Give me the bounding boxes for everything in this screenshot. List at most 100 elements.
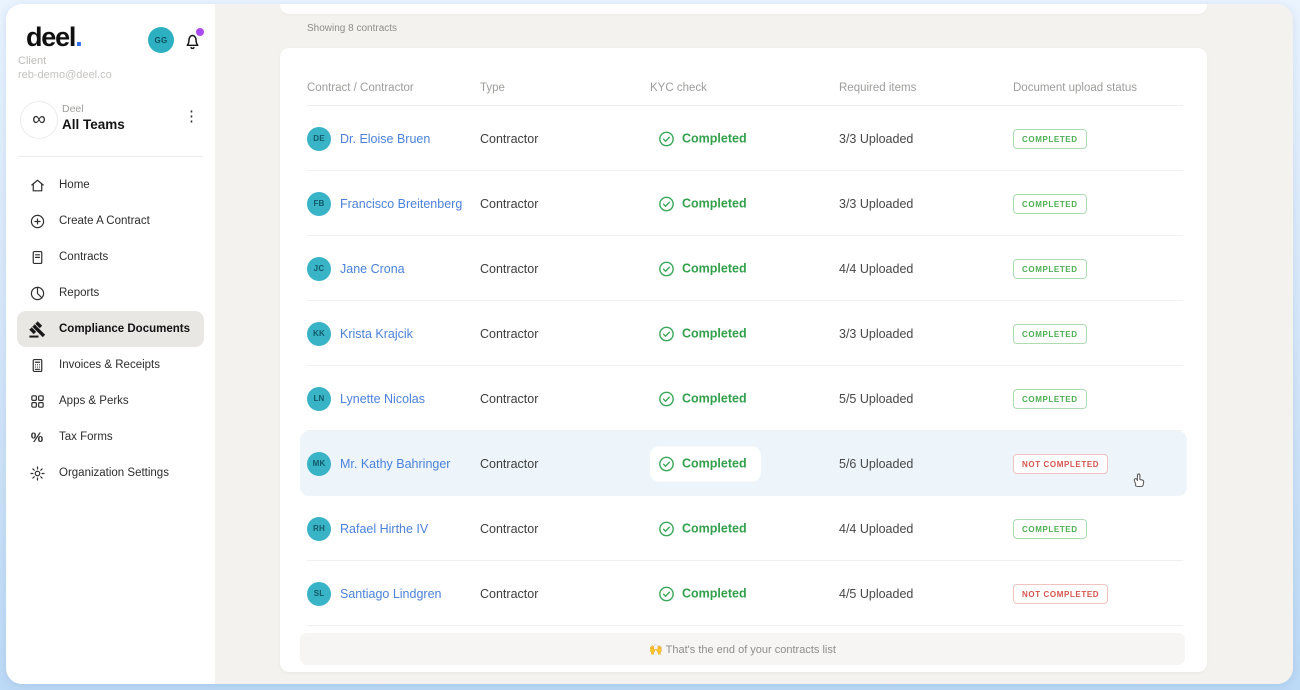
check-circle-icon xyxy=(658,520,675,537)
contract-type: Contractor xyxy=(480,262,538,276)
col-kyc-check: KYC check xyxy=(650,82,707,94)
col-contract-contractor: Contract / Contractor xyxy=(307,82,414,94)
contract-type: Contractor xyxy=(480,132,538,146)
sidebar-item-label: Apps & Perks xyxy=(59,395,129,407)
sidebar-item-label: Tax Forms xyxy=(59,431,113,443)
upload-status-badge: COMPLETED xyxy=(1013,259,1087,279)
kyc-status: Completed xyxy=(650,186,761,221)
check-circle-icon xyxy=(658,130,675,147)
sidebar-item-label: Reports xyxy=(59,287,99,299)
sidebar-item-compliance-documents[interactable]: Compliance Documents xyxy=(17,311,204,347)
contractor-name-link[interactable]: Santiago Lindgren xyxy=(340,587,441,601)
deel-logo: deel. xyxy=(26,22,82,53)
contract-type: Contractor xyxy=(480,327,538,341)
sidebar-item-organization-settings[interactable]: Organization Settings xyxy=(17,455,204,491)
contractor-name-link[interactable]: Lynette Nicolas xyxy=(340,392,425,406)
sidebar: deel. GG Client reb-demo@deel.co ∞ Deel … xyxy=(6,4,215,684)
sidebar-item-tax-forms[interactable]: % Tax Forms xyxy=(17,419,204,455)
infinity-icon: ∞ xyxy=(20,101,58,139)
contractor-name-link[interactable]: Rafael Hirthe IV xyxy=(340,522,428,536)
table-row[interactable]: RH Rafael Hirthe IV Contractor Completed… xyxy=(300,496,1187,561)
end-of-list-banner: 🙌 That's the end of your contracts list xyxy=(300,633,1185,665)
sidebar-divider xyxy=(18,156,203,157)
required-items-count: 4/4 Uploaded xyxy=(839,262,913,276)
upload-status-badge: COMPLETED xyxy=(1013,519,1087,539)
upload-status-badge: NOT COMPLETED xyxy=(1013,454,1108,474)
kebab-menu-icon[interactable]: ⋮ xyxy=(184,109,199,124)
contractor-avatar: KK xyxy=(307,322,331,346)
sidebar-item-label: Organization Settings xyxy=(59,467,169,479)
receipt-icon xyxy=(28,356,46,374)
notification-dot xyxy=(196,28,204,36)
percent-icon: % xyxy=(28,428,46,446)
contract-type: Contractor xyxy=(480,457,538,471)
table-row[interactable]: DE Dr. Eloise Bruen Contractor Completed… xyxy=(300,106,1187,171)
required-items-count: 5/6 Uploaded xyxy=(839,457,913,471)
team-name-label: All Teams xyxy=(62,117,125,132)
required-items-count: 4/4 Uploaded xyxy=(839,522,913,536)
gavel-icon xyxy=(28,320,46,338)
check-circle-icon xyxy=(658,325,675,342)
sidebar-item-home[interactable]: Home xyxy=(17,167,204,203)
main-content: Showing 8 contracts Contract / Contracto… xyxy=(215,4,1293,684)
kyc-status: Completed xyxy=(650,576,761,611)
check-circle-icon xyxy=(658,260,675,277)
contractor-avatar: SL xyxy=(307,582,331,606)
required-items-count: 5/5 Uploaded xyxy=(839,392,913,406)
table-row[interactable]: LN Lynette Nicolas Contractor Completed … xyxy=(300,366,1187,431)
table-row[interactable]: JC Jane Crona Contractor Completed 4/4 U… xyxy=(300,236,1187,301)
contractor-name-link[interactable]: Francisco Breitenberg xyxy=(340,197,462,211)
app-window: deel. GG Client reb-demo@deel.co ∞ Deel … xyxy=(6,4,1293,684)
table-row[interactable]: FB Francisco Breitenberg Contractor Comp… xyxy=(300,171,1187,236)
team-org-label: Deel xyxy=(62,103,84,115)
sidebar-item-create-a-contract[interactable]: Create A Contract xyxy=(17,203,204,239)
contractor-name-link[interactable]: Mr. Kathy Bahringer xyxy=(340,457,450,471)
home-icon xyxy=(28,176,46,194)
contractor-avatar: JC xyxy=(307,257,331,281)
mouse-cursor-icon xyxy=(1128,470,1148,492)
kyc-status: Completed xyxy=(650,381,761,416)
contract-type: Contractor xyxy=(480,197,538,211)
sidebar-item-label: Create A Contract xyxy=(59,215,150,227)
kyc-status: Completed xyxy=(650,251,761,286)
required-items-count: 3/3 Uploaded xyxy=(839,197,913,211)
contractor-avatar: RH xyxy=(307,517,331,541)
account-email: reb-demo@deel.co xyxy=(18,69,112,81)
sidebar-item-invoices-receipts[interactable]: Invoices & Receipts xyxy=(17,347,204,383)
contract-type: Contractor xyxy=(480,392,538,406)
upload-status-badge: COMPLETED xyxy=(1013,194,1087,214)
user-avatar[interactable]: GG xyxy=(148,27,174,53)
contractor-name-link[interactable]: Jane Crona xyxy=(340,262,405,276)
sidebar-item-reports[interactable]: Reports xyxy=(17,275,204,311)
sidebar-item-apps-perks[interactable]: Apps & Perks xyxy=(17,383,204,419)
col-type: Type xyxy=(480,82,505,94)
sidebar-item-label: Compliance Documents xyxy=(59,323,190,335)
contractor-avatar: MK xyxy=(307,452,331,476)
notification-bell-icon[interactable] xyxy=(182,29,204,53)
gear-icon xyxy=(28,464,46,482)
col-required-items: Required items xyxy=(839,82,916,94)
sidebar-menu: Home Create A Contract Contracts Reports… xyxy=(6,167,215,491)
table-body: DE Dr. Eloise Bruen Contractor Completed… xyxy=(280,106,1207,626)
contractor-avatar: LN xyxy=(307,387,331,411)
contractor-avatar: FB xyxy=(307,192,331,216)
pie-chart-icon xyxy=(28,284,46,302)
contractor-avatar: DE xyxy=(307,127,331,151)
check-circle-icon xyxy=(658,585,675,602)
upload-status-badge: NOT COMPLETED xyxy=(1013,584,1108,604)
required-items-count: 3/3 Uploaded xyxy=(839,132,913,146)
upload-status-badge: COMPLETED xyxy=(1013,324,1087,344)
required-items-count: 4/5 Uploaded xyxy=(839,587,913,601)
contractor-name-link[interactable]: Krista Krajcik xyxy=(340,327,413,341)
table-row[interactable]: KK Krista Krajcik Contractor Completed 3… xyxy=(300,301,1187,366)
table-row[interactable]: SL Santiago Lindgren Contractor Complete… xyxy=(300,561,1187,626)
kyc-status: Completed xyxy=(650,511,761,546)
check-circle-icon xyxy=(658,455,675,472)
team-selector[interactable]: ∞ Deel All Teams ⋮ xyxy=(20,99,205,143)
filter-bar-edge xyxy=(280,4,1207,14)
table-row[interactable]: MK Mr. Kathy Bahringer Contractor Comple… xyxy=(300,431,1187,496)
sidebar-item-contracts[interactable]: Contracts xyxy=(17,239,204,275)
grid-icon xyxy=(28,392,46,410)
contractor-name-link[interactable]: Dr. Eloise Bruen xyxy=(340,132,430,146)
upload-status-badge: COMPLETED xyxy=(1013,389,1087,409)
